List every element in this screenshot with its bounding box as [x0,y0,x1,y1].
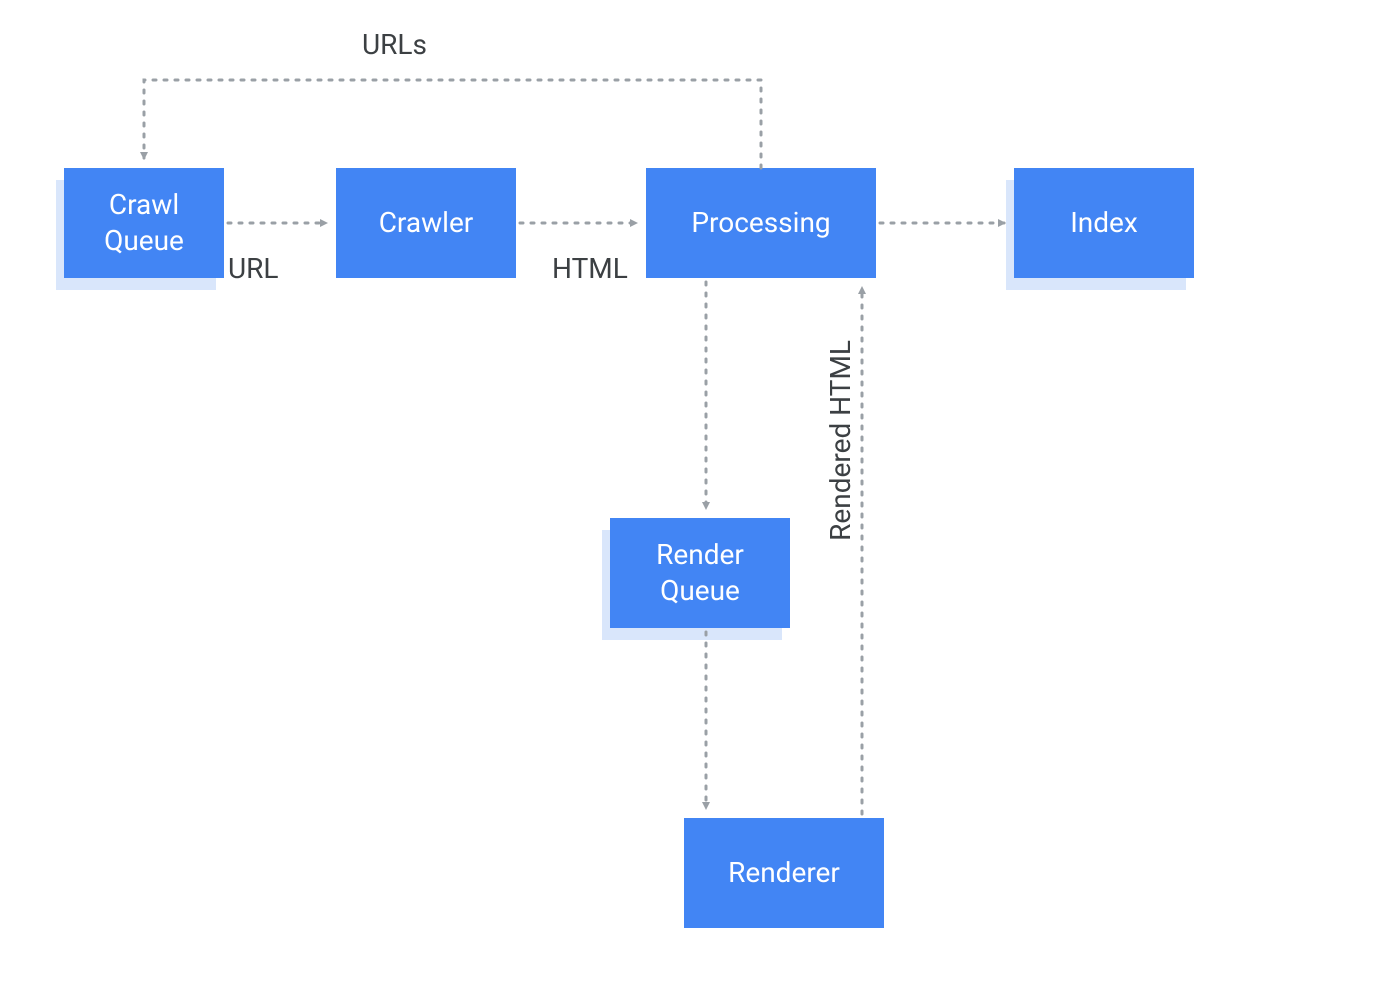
edge-processing-to-crawl-queue [144,80,761,168]
renderer-node: Renderer [684,818,884,928]
processing-node: Processing [646,168,876,278]
crawl-render-index-diagram: Crawl Queue Crawler Processing Index Ren… [0,0,1374,981]
edge-label-html: HTML [552,252,628,285]
edge-label-url: URL [228,252,279,285]
render-queue-node: Render Queue [610,518,790,628]
edge-label-urls: URLs [362,28,427,61]
index-node: Index [1014,168,1194,278]
crawl-queue-node: Crawl Queue [64,168,224,278]
crawler-node: Crawler [336,168,516,278]
edge-label-rendered-html: Rendered HTML [824,340,857,541]
